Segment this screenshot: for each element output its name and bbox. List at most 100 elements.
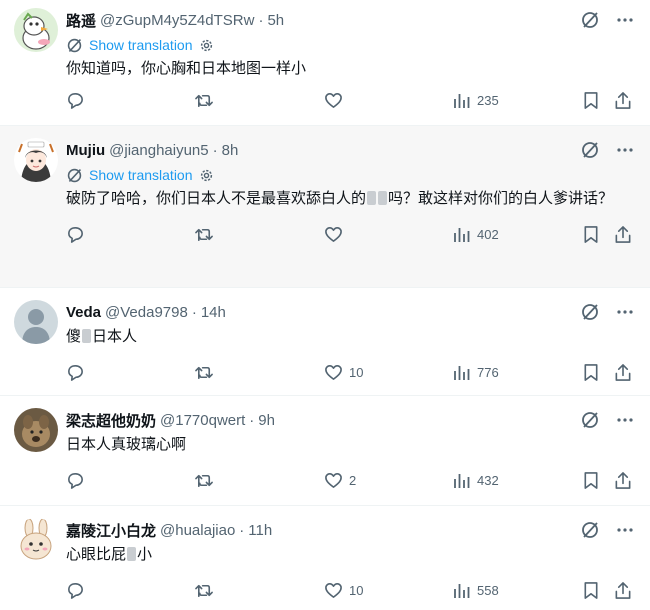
views-button[interactable]: 235 [453, 91, 499, 109]
share-button[interactable] [614, 363, 632, 382]
bookmark-button[interactable] [582, 471, 600, 490]
timestamp[interactable]: 14h [201, 304, 226, 321]
show-translation-link[interactable]: Show translation [66, 166, 634, 184]
like-count: 10 [349, 365, 364, 380]
retweet-button[interactable] [194, 225, 215, 244]
tweet[interactable]: 嘉陵江小白龙 @hualajiao · 11h 心眼比屁小 10 558 [0, 506, 650, 610]
tweet[interactable]: 梁志超他奶奶 @1770qwert · 9h 日本人真玻璃心啊 2 432 [0, 396, 650, 506]
show-translation-label[interactable]: Show translation [89, 167, 193, 183]
more-icon[interactable] [616, 303, 634, 321]
display-name[interactable]: 梁志超他奶奶 [66, 410, 156, 431]
user-handle[interactable]: @zGupM4y5Z4dTSRw [100, 12, 254, 29]
tweet-text-part: 吗？敢这样对你们的白人爹讲话？ [388, 190, 614, 207]
views-button[interactable]: 432 [453, 471, 499, 489]
retweet-button[interactable] [194, 581, 215, 600]
bookmark-button[interactable] [582, 363, 600, 382]
share-button[interactable] [614, 471, 632, 490]
grok-icon[interactable] [580, 140, 600, 160]
reply-icon [68, 93, 83, 109]
tweet-text-part: 日本人 [92, 328, 138, 345]
share-button[interactable] [614, 581, 632, 600]
grok-icon[interactable] [580, 302, 600, 322]
like-button[interactable] [324, 91, 349, 110]
grok-icon[interactable] [580, 10, 600, 30]
views-icon [454, 474, 470, 488]
tweet[interactable]: Mujiu @jianghaiyun5 · 8h Show translatio… [0, 126, 650, 288]
tweet[interactable]: Veda @Veda9798 · 14h 傻日本人 10 776 [0, 288, 650, 396]
timestamp[interactable]: 11h [248, 522, 272, 539]
tweet[interactable]: 路遥 @zGupM4y5Z4dTSRw · 5h Show translatio… [0, 0, 650, 126]
avatar[interactable] [14, 8, 58, 52]
display-name[interactable]: Mujiu [66, 142, 105, 159]
view-count: 776 [477, 364, 499, 380]
tweet-text: 你知道吗，你心胸和日本地图一样小 [66, 60, 307, 77]
more-icon[interactable] [616, 141, 634, 159]
views-icon [454, 94, 470, 108]
reply-button[interactable] [66, 581, 85, 600]
bookmark-button[interactable] [582, 581, 600, 600]
gear-icon[interactable] [199, 168, 214, 183]
grok-icon[interactable] [580, 520, 600, 540]
more-icon[interactable] [616, 11, 634, 29]
timestamp[interactable]: 8h [222, 142, 239, 159]
separator-dot: · [191, 303, 197, 321]
tweet-text: 傻日本人 [66, 326, 634, 348]
reply-icon [68, 473, 83, 489]
bookmark-button[interactable] [582, 91, 600, 110]
separator-dot: · [239, 521, 245, 539]
user-handle[interactable]: @jianghaiyun5 [109, 142, 208, 159]
bookmark-icon [584, 472, 598, 489]
retweet-icon [195, 584, 213, 598]
tweet-text: 日本人真玻璃心啊 [66, 436, 187, 453]
reply-button[interactable] [66, 471, 85, 490]
like-button[interactable]: 10 [324, 581, 363, 600]
share-icon [615, 226, 631, 243]
gear-icon[interactable] [199, 38, 214, 53]
views-button[interactable]: 558 [453, 581, 499, 599]
avatar[interactable] [14, 408, 58, 452]
more-icon[interactable] [616, 411, 634, 429]
display-name[interactable]: Veda [66, 304, 101, 321]
translate-icon [66, 37, 83, 54]
tweet-text-part: 破防了哈哈，你们日本人不是最喜欢舔白人的 [66, 190, 367, 207]
views-button[interactable]: 402 [453, 225, 499, 243]
tweet-actions: 10 558 [66, 570, 634, 610]
bookmark-icon [584, 582, 598, 599]
more-icon[interactable] [616, 521, 634, 539]
timestamp[interactable]: 9h [258, 412, 275, 429]
tweet-text-part: 傻 [66, 328, 82, 345]
display-name[interactable]: 嘉陵江小白龙 [66, 520, 156, 541]
like-button[interactable]: 10 [324, 363, 363, 382]
retweet-button[interactable] [194, 363, 215, 382]
grok-icon[interactable] [580, 410, 600, 430]
user-handle[interactable]: @hualajiao [160, 522, 235, 539]
timestamp[interactable]: 5h [267, 12, 284, 29]
reply-button[interactable] [66, 91, 85, 110]
separator-dot: · [249, 411, 255, 429]
avatar[interactable] [14, 518, 58, 562]
retweet-button[interactable] [194, 471, 215, 490]
views-button[interactable]: 776 [453, 363, 499, 381]
share-button[interactable] [614, 91, 632, 110]
tweet-text: 心眼比屁小 [66, 544, 634, 566]
reply-button[interactable] [66, 225, 85, 244]
censored-mark [367, 191, 377, 205]
show-translation-link[interactable]: Show translation [66, 36, 634, 54]
like-button[interactable] [324, 225, 349, 244]
display-name[interactable]: 路遥 [66, 10, 96, 31]
user-handle[interactable]: @Veda9798 [105, 304, 188, 321]
bookmark-button[interactable] [582, 225, 600, 244]
separator-dot: · [258, 11, 264, 29]
share-icon [615, 472, 631, 489]
like-button[interactable]: 2 [324, 471, 356, 490]
avatar[interactable] [14, 138, 58, 182]
retweet-icon [195, 366, 213, 380]
avatar[interactable] [14, 300, 58, 344]
user-handle[interactable]: @1770qwert [160, 412, 245, 429]
reply-button[interactable] [66, 363, 85, 382]
translate-icon [66, 167, 83, 184]
share-button[interactable] [614, 225, 632, 244]
retweet-icon [195, 228, 213, 242]
show-translation-label[interactable]: Show translation [89, 37, 193, 53]
retweet-button[interactable] [194, 91, 215, 110]
